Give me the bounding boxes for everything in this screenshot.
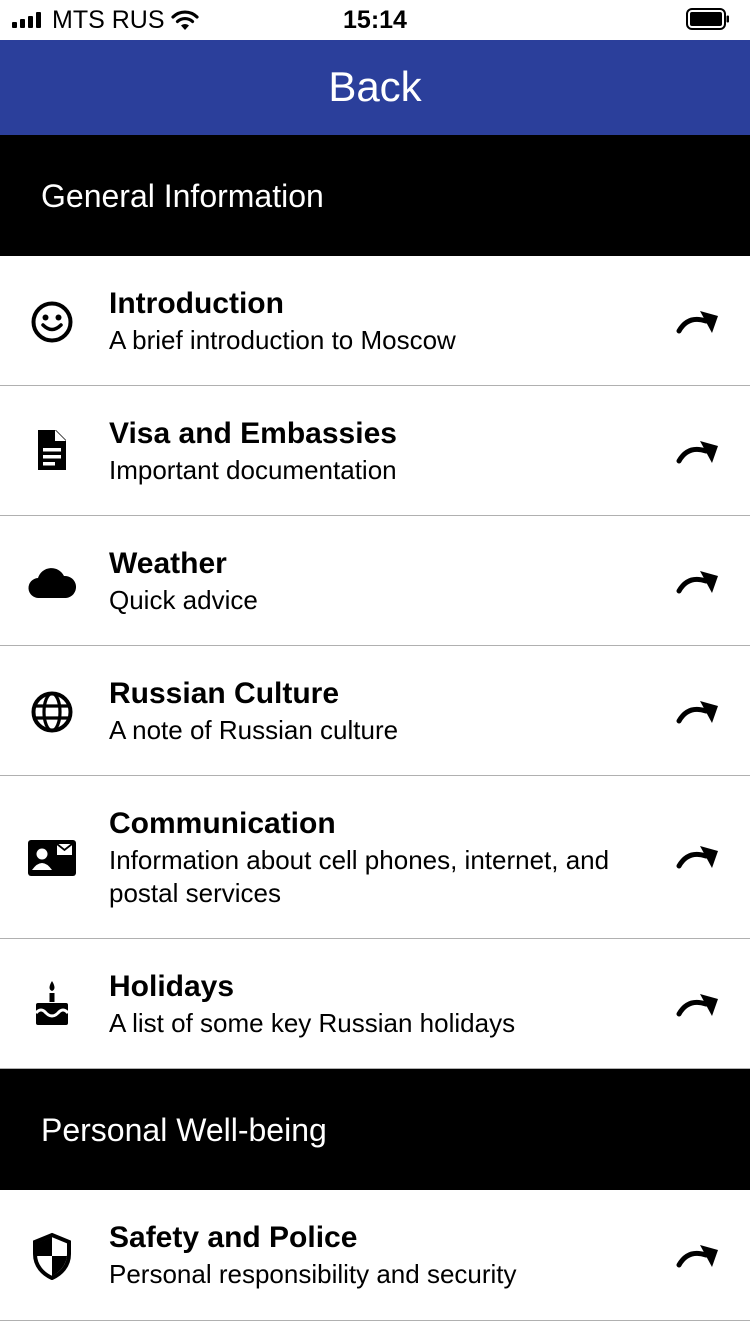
forward-arrow-icon: [676, 701, 718, 724]
item-title: Holidays: [109, 970, 235, 1003]
cake-icon: [26, 977, 78, 1029]
shield-icon: [26, 1230, 78, 1282]
list-item-visa-and-embassies[interactable]: Visa and Embassies Important documentati…: [0, 386, 750, 516]
cloud-icon: [26, 556, 78, 608]
item-subtitle: Personal responsibility and security: [109, 1259, 517, 1289]
item-subtitle: Quick advice: [109, 585, 258, 615]
item-title: Introduction: [109, 287, 284, 320]
item-title: Visa and Embassies: [109, 417, 397, 450]
item-subtitle: A brief introduction to Moscow: [109, 325, 456, 355]
list-item-introduction[interactable]: Introduction A brief introduction to Mos…: [0, 256, 750, 386]
list-item-holidays[interactable]: Holidays A list of some key Russian holi…: [0, 939, 750, 1069]
item-title: Communication: [109, 807, 336, 840]
forward-arrow-icon: [676, 311, 718, 334]
item-title: Safety and Police: [109, 1221, 358, 1254]
item-title: Weather: [109, 547, 227, 580]
list-item-communication[interactable]: Communication Information about cell pho…: [0, 776, 750, 939]
forward-arrow-icon: [676, 994, 718, 1017]
list-item-weather[interactable]: Weather Quick advice: [0, 516, 750, 646]
forward-arrow-icon: [676, 571, 718, 594]
section-title: General Information: [41, 178, 324, 214]
nav-bar: Back: [0, 40, 750, 135]
smiley-icon: [26, 296, 78, 348]
item-subtitle: Information about cell phones, internet,…: [109, 845, 610, 908]
item-subtitle: Important documentation: [109, 455, 397, 485]
section-title: Personal Well-being: [41, 1112, 327, 1148]
item-subtitle: A list of some key Russian holidays: [109, 1008, 516, 1038]
forward-arrow-icon: [676, 1245, 718, 1268]
document-icon: [26, 424, 78, 476]
globe-icon: [26, 686, 78, 738]
section-header-personal-well-being: Personal Well-being: [0, 1069, 750, 1190]
forward-arrow-icon: [676, 441, 718, 464]
section-header-general-information: General Information: [0, 135, 750, 256]
list-item-safety-and-police[interactable]: Safety and Police Personal responsibilit…: [0, 1190, 750, 1321]
forward-arrow-icon: [676, 846, 718, 869]
item-subtitle: A note of Russian culture: [109, 715, 399, 745]
clock: 15:14: [343, 6, 407, 34]
list-item-russian-culture[interactable]: Russian Culture A note of Russian cultur…: [0, 646, 750, 776]
status-bar: MTS RUS 15:14: [0, 0, 750, 40]
item-title: Russian Culture: [109, 677, 340, 710]
battery-icon: [686, 8, 729, 30]
contact-card-icon: [26, 832, 78, 884]
back-button[interactable]: Back: [0, 62, 750, 112]
